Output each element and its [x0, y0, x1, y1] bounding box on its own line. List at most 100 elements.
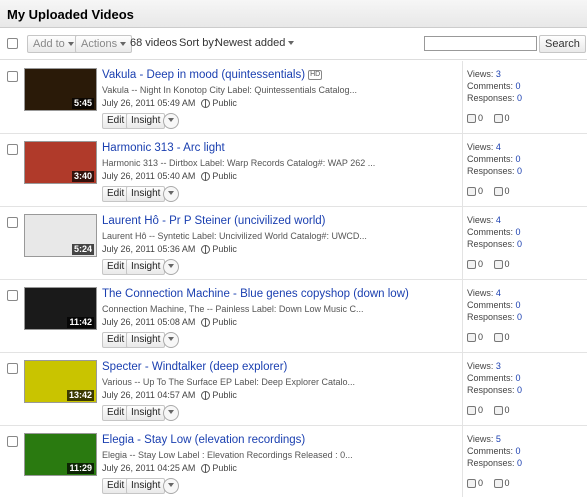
responses-count[interactable]: 0 — [517, 239, 522, 249]
upload-date: July 26, 2011 04:57 AM — [102, 390, 196, 400]
page-title: My Uploaded Videos — [7, 7, 134, 22]
views-count[interactable]: 4 — [496, 288, 501, 298]
comments-count[interactable]: 0 — [516, 81, 521, 91]
dislikes-count: 0 — [504, 259, 510, 269]
row-checkbox[interactable] — [7, 290, 18, 301]
rating-stats: 0 0 — [467, 405, 510, 416]
responses-stat: Responses: 0 — [467, 93, 522, 103]
video-thumbnail[interactable]: 11:29 — [24, 433, 97, 476]
upload-date: July 26, 2011 05:49 AM — [102, 98, 196, 108]
sort-select[interactable]: Newest added — [215, 37, 295, 49]
globe-icon — [201, 464, 211, 474]
video-description: Various -- Up To The Surface EP Label: D… — [102, 377, 355, 387]
insight-button[interactable]: Insight — [126, 113, 166, 129]
thumbs-up-icon — [467, 260, 476, 270]
likes-count: 0 — [478, 478, 484, 488]
video-description: Vakula -- Night In Konotop City Label: Q… — [102, 85, 357, 95]
toolbar: Add to Actions 68 videos Sort by: Newest… — [0, 28, 587, 60]
upload-date-line: July 26, 2011 04:57 AM Public — [102, 390, 237, 401]
video-title-link[interactable]: The Connection Machine - Blue genes copy… — [102, 288, 409, 300]
add-to-button[interactable]: Add to — [27, 35, 80, 53]
video-title-link[interactable]: Vakula - Deep in mood (quintessentials) H… — [102, 69, 323, 81]
row-checkbox[interactable] — [7, 217, 18, 228]
search-input[interactable] — [424, 36, 537, 51]
comments-count[interactable]: 0 — [516, 446, 521, 456]
video-thumbnail[interactable]: 5:24 — [24, 214, 97, 257]
video-title: The Connection Machine - Blue genes copy… — [102, 288, 409, 300]
video-title: Specter - Windtalker (deep explorer) — [102, 361, 288, 373]
video-title-link[interactable]: Specter - Windtalker (deep explorer) — [102, 361, 287, 373]
views-count[interactable]: 4 — [496, 215, 501, 225]
responses-count[interactable]: 0 — [517, 458, 522, 468]
insight-button[interactable]: Insight — [126, 478, 166, 494]
responses-count[interactable]: 0 — [517, 385, 522, 395]
comments-stat: Comments: 0 — [467, 446, 521, 456]
views-stat: Views: 4 — [467, 288, 501, 298]
row-checkbox[interactable] — [7, 436, 18, 447]
duration-badge: 5:45 — [71, 98, 94, 109]
comments-stat: Comments: 0 — [467, 373, 521, 383]
video-thumbnail[interactable]: 13:42 — [24, 360, 97, 403]
globe-icon — [201, 245, 211, 255]
more-options-icon[interactable] — [163, 113, 179, 129]
more-options-icon[interactable] — [163, 186, 179, 202]
more-options-icon[interactable] — [163, 259, 179, 275]
upload-date-line: July 26, 2011 05:08 AM Public — [102, 317, 237, 328]
responses-count[interactable]: 0 — [517, 93, 522, 103]
video-row: 13:42 Specter - Windtalker (deep explore… — [0, 353, 587, 426]
actions-button[interactable]: Actions — [75, 35, 133, 53]
upload-date-line: July 26, 2011 05:36 AM Public — [102, 244, 237, 255]
video-thumbnail[interactable]: 3:40 — [24, 141, 97, 184]
upload-date: July 26, 2011 05:40 AM — [102, 171, 196, 181]
thumbs-down-icon — [493, 114, 503, 124]
insight-button[interactable]: Insight — [126, 259, 166, 275]
row-checkbox[interactable] — [7, 363, 18, 374]
video-row: 5:24 Laurent Hô - Pr P Steiner (uncivili… — [0, 207, 587, 280]
dislikes-count: 0 — [504, 186, 510, 196]
comments-label: Comments: — [467, 300, 514, 310]
dislikes-count: 0 — [504, 113, 510, 123]
dislikes-count: 0 — [504, 332, 510, 342]
thumbs-up-icon — [467, 333, 476, 343]
chevron-down-icon — [67, 42, 74, 47]
views-count[interactable]: 3 — [496, 361, 501, 371]
responses-label: Responses: — [467, 385, 515, 395]
responses-stat: Responses: 0 — [467, 312, 522, 322]
insight-button[interactable]: Insight — [126, 332, 166, 348]
privacy-status: Public — [212, 317, 237, 327]
comments-count[interactable]: 0 — [516, 373, 521, 383]
video-thumbnail[interactable]: 11:42 — [24, 287, 97, 330]
views-count[interactable]: 3 — [496, 69, 501, 79]
insight-button[interactable]: Insight — [126, 405, 166, 421]
insight-button[interactable]: Insight — [126, 186, 166, 202]
comments-count[interactable]: 0 — [516, 154, 521, 164]
views-count[interactable]: 4 — [496, 142, 501, 152]
chevron-down-icon — [120, 42, 127, 47]
video-row: 3:40 Harmonic 313 - Arc light Harmonic 3… — [0, 134, 587, 207]
video-description: Connection Machine, The -- Painless Labe… — [102, 304, 364, 314]
comments-label: Comments: — [467, 446, 514, 456]
more-options-icon[interactable] — [163, 478, 179, 494]
comments-stat: Comments: 0 — [467, 81, 521, 91]
video-title-link[interactable]: Laurent Hô - Pr P Steiner (uncivilized w… — [102, 215, 326, 227]
views-label: Views: — [467, 288, 494, 298]
comments-count[interactable]: 0 — [516, 227, 521, 237]
more-options-icon[interactable] — [163, 332, 179, 348]
thumbs-down-icon — [493, 406, 503, 416]
select-all-checkbox[interactable] — [7, 38, 18, 49]
search-button[interactable]: Search — [539, 35, 586, 53]
row-checkbox[interactable] — [7, 144, 18, 155]
views-label: Views: — [467, 215, 494, 225]
video-stats: Views: 3 Comments: 0 Responses: 0 0 0 — [462, 353, 587, 425]
views-count[interactable]: 5 — [496, 434, 501, 444]
video-title-link[interactable]: Elegia - Stay Low (elevation recordings) — [102, 434, 305, 446]
responses-count[interactable]: 0 — [517, 312, 522, 322]
comments-count[interactable]: 0 — [516, 300, 521, 310]
more-options-icon[interactable] — [163, 405, 179, 421]
row-checkbox[interactable] — [7, 71, 18, 82]
video-title-link[interactable]: Harmonic 313 - Arc light — [102, 142, 225, 154]
responses-count[interactable]: 0 — [517, 166, 522, 176]
views-stat: Views: 3 — [467, 361, 501, 371]
responses-stat: Responses: 0 — [467, 166, 522, 176]
video-thumbnail[interactable]: 5:45 — [24, 68, 97, 111]
